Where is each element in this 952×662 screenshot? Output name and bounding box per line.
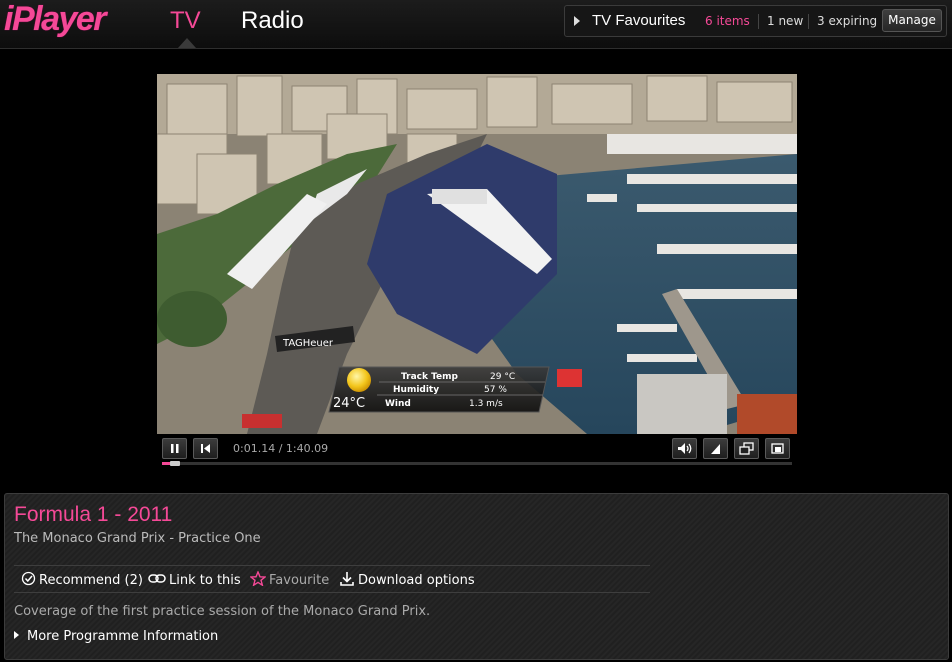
tv-favourites-bar[interactable]: TV Favourites 6 items 1 new 3 expiring M… (564, 5, 947, 37)
wind-value: 1.3 m/s (469, 399, 503, 409)
favourite-label: Favourite (269, 573, 330, 588)
recommend-label: Recommend (2) (39, 573, 143, 588)
wind-label: Wind (385, 399, 411, 409)
resize-button[interactable] (703, 438, 728, 459)
skip-back-icon (201, 444, 210, 453)
star-icon (249, 570, 267, 587)
popout-icon (739, 442, 754, 455)
more-info-label: More Programme Information (27, 629, 219, 644)
track-temp-label: Track Temp (401, 372, 459, 382)
programme-subtitle: The Monaco Grand Prix - Practice One (14, 531, 261, 546)
programme-title: Formula 1 - 2011 (14, 503, 173, 526)
recommend-icon (21, 571, 36, 586)
player-controls: 0:01.14 / 1:40.09 (157, 434, 797, 468)
iplayer-logo[interactable]: iPlayer (4, 0, 107, 39)
progress-fill (162, 462, 170, 465)
volume-button[interactable] (672, 438, 697, 459)
progress-handle[interactable] (170, 461, 180, 466)
skip-back-button[interactable] (193, 438, 218, 459)
manage-favourites-button[interactable]: Manage (882, 9, 942, 32)
play-arrow-icon[interactable] (574, 16, 580, 26)
progress-bar[interactable] (162, 461, 792, 466)
favourites-new-count[interactable]: 1 new (767, 14, 803, 28)
programme-description: Coverage of the first practice session o… (14, 604, 431, 619)
divider (758, 14, 759, 29)
temperature-readout: 24°C (333, 396, 365, 411)
link-icon (148, 574, 166, 583)
more-programme-information-link[interactable]: More Programme Information (14, 629, 218, 644)
favourites-items-count[interactable]: 6 items (705, 14, 750, 28)
download-label: Download options (358, 573, 475, 588)
pause-icon (171, 444, 179, 453)
video-frame[interactable]: TAGHeuer 24°C Track Temp 29 °C Humidity … (157, 74, 797, 434)
volume-icon (678, 443, 692, 454)
divider (14, 592, 650, 593)
divider (808, 14, 809, 29)
track-temp-value: 29 °C (490, 372, 515, 382)
playback-time: 0:01.14 / 1:40.09 (233, 442, 329, 455)
popout-button[interactable] (734, 438, 759, 459)
favourites-title[interactable]: TV Favourites (592, 12, 685, 29)
sun-icon (347, 368, 371, 392)
pause-button[interactable] (162, 438, 187, 459)
nav-active-indicator (178, 38, 196, 48)
recommend-button[interactable]: Recommend (2) (21, 571, 143, 588)
sponsor-sign: TAGHeuer (282, 338, 334, 349)
divider (14, 565, 650, 566)
humidity-value: 57 % (484, 385, 507, 395)
weather-overlay: 24°C Track Temp 29 °C Humidity 57 % Wind… (328, 366, 550, 413)
humidity-label: Humidity (393, 385, 439, 395)
download-icon (340, 572, 354, 586)
nav-radio-link[interactable]: Radio (241, 7, 304, 35)
favourites-expiring-count[interactable]: 3 expiring (817, 14, 877, 28)
programme-info-panel: Formula 1 - 2011 The Monaco Grand Prix -… (4, 493, 949, 660)
nav-tv-link[interactable]: TV (170, 7, 201, 35)
video-scene: TAGHeuer 24°C Track Temp 29 °C Humidity … (157, 74, 797, 434)
top-navigation-bar: iPlayer TV Radio TV Favourites 6 items 1… (0, 0, 952, 49)
expand-arrow-icon (14, 631, 19, 639)
download-options-button[interactable]: Download options (339, 571, 475, 588)
link-to-this-button[interactable]: Link to this (148, 571, 241, 588)
fullscreen-icon (771, 443, 784, 454)
fullscreen-button[interactable] (765, 438, 790, 459)
resize-icon (711, 444, 720, 454)
favourite-button[interactable]: Favourite (249, 570, 330, 588)
link-label: Link to this (169, 573, 241, 588)
